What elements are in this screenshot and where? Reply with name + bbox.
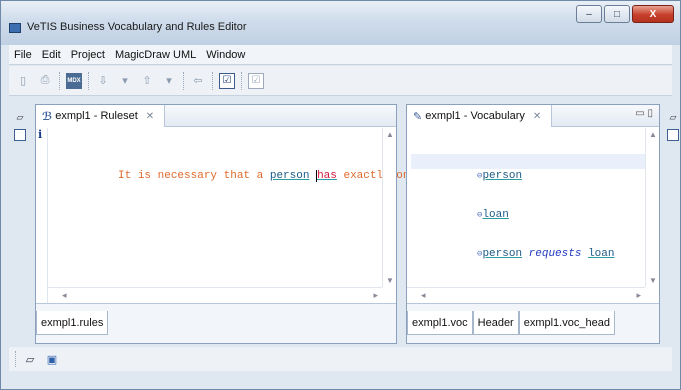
bottom-trim: ▱ ▣ xyxy=(9,347,672,371)
window-title: VeTIS Business Vocabulary and Rules Edit… xyxy=(27,21,247,33)
back-icon[interactable]: ⇦ xyxy=(190,73,206,89)
menu-bar: File Edit Project MagicDraw UML Window xyxy=(9,45,672,65)
toolbar-separator xyxy=(183,71,184,90)
mdx-export-icon[interactable]: MDX xyxy=(66,72,82,89)
maximize-button[interactable]: □ xyxy=(604,5,630,23)
editor-gutter: i xyxy=(36,128,48,303)
toolbar-separator xyxy=(88,71,89,90)
save-icon[interactable]: ▯ xyxy=(15,73,31,89)
tab-rules-file[interactable]: exmpl1.rules xyxy=(36,311,109,335)
rule-verb-has[interactable]: has xyxy=(316,170,337,182)
tab-voc-head[interactable]: exmpl1.voc_head xyxy=(518,311,615,335)
toolbar-separator xyxy=(15,351,16,367)
panel-window-controls[interactable]: ▭ ▯ xyxy=(635,108,653,119)
title-bar[interactable]: VeTIS Business Vocabulary and Rules Edit… xyxy=(1,1,680,45)
restore-icon[interactable]: ▱ xyxy=(22,351,38,367)
menu-window[interactable]: Window xyxy=(201,49,250,61)
close-tab-icon[interactable]: ✕ xyxy=(146,111,154,122)
ruleset-footer: exmpl1.rules xyxy=(36,303,396,343)
menu-project[interactable]: Project xyxy=(66,49,110,61)
close-tab-icon[interactable]: ✕ xyxy=(533,111,541,122)
toolbar-separator xyxy=(241,71,242,90)
view-icon[interactable] xyxy=(667,129,679,141)
rule-text-segment: It is necessary that a xyxy=(118,170,270,182)
menu-magicdraw[interactable]: MagicDraw UML xyxy=(110,49,201,61)
vocab-entry[interactable]: ⊖person xyxy=(411,154,645,182)
vocabulary-panel: ✎ exmpl1 - Vocabulary ✕ ▭ ▯ ⊖person ⊖loa… xyxy=(406,104,660,344)
prev-annotation-icon[interactable]: ⇧ xyxy=(139,73,155,89)
validate-icon[interactable]: ☑ xyxy=(219,72,235,89)
scroll-up-icon[interactable]: ▲ xyxy=(386,130,394,139)
ruleset-panel-header: ℬ exmpl1 - Ruleset ✕ xyxy=(36,105,396,127)
toolbar: ▯ ⎙ MDX ⇩ ▾ ⇧ ▾ ⇦ ☑ ☑ xyxy=(9,66,672,96)
rule-line[interactable]: It is necessary that a person has exactl… xyxy=(52,154,456,182)
tab-header[interactable]: Header xyxy=(472,311,519,335)
tab-vocabulary[interactable]: ✎ exmpl1 - Vocabulary ✕ xyxy=(407,105,553,127)
toolbar-separator xyxy=(212,71,213,90)
scroll-left-icon[interactable]: ◂ xyxy=(62,290,67,301)
vocabulary-panel-header: ✎ exmpl1 - Vocabulary ✕ ▭ ▯ xyxy=(407,105,659,127)
ruleset-panel: ℬ exmpl1 - Ruleset ✕ i It is necessary t… xyxy=(35,104,456,344)
vocab-term[interactable]: loan xyxy=(482,209,508,221)
close-button[interactable]: X xyxy=(632,5,674,23)
app-icon xyxy=(9,23,21,33)
minimize-button[interactable]: – xyxy=(576,5,602,23)
vocabulary-text[interactable]: ⊖person ⊖loan ⊖person requests loan xyxy=(411,130,645,303)
vocab-verb[interactable]: requests xyxy=(529,248,582,260)
scroll-left-icon[interactable]: ◂ xyxy=(421,290,426,301)
scroll-right-icon[interactable]: ▸ xyxy=(636,290,641,301)
caption-buttons: – □ X xyxy=(574,5,674,23)
scroll-down-icon[interactable]: ▼ xyxy=(386,276,394,285)
menu-file[interactable]: File xyxy=(9,49,37,61)
tab-vocabulary-label: exmpl1 - Vocabulary xyxy=(425,110,525,122)
vocab-term[interactable]: person xyxy=(482,248,522,260)
vertical-scrollbar[interactable]: ▲ ▼ xyxy=(645,128,659,287)
tab-voc-file[interactable]: exmpl1.voc xyxy=(407,311,473,335)
view-icon[interactable] xyxy=(14,129,26,141)
vocab-term[interactable]: loan xyxy=(588,248,614,260)
left-trim: ▱ xyxy=(9,105,31,345)
console-icon[interactable]: ▣ xyxy=(44,351,60,367)
scroll-down-icon[interactable]: ▼ xyxy=(649,276,657,285)
vertical-scrollbar[interactable]: ▲ ▼ xyxy=(382,128,396,287)
rule-term-person[interactable]: person xyxy=(270,170,310,182)
vocabulary-icon: ✎ xyxy=(413,110,423,123)
validate-all-icon[interactable]: ☑ xyxy=(248,72,264,89)
horizontal-scrollbar[interactable]: ◂ ▸ xyxy=(407,287,645,303)
restore-icon[interactable]: ▱ xyxy=(14,111,26,123)
scroll-up-icon[interactable]: ▲ xyxy=(649,130,657,139)
main-window: VeTIS Business Vocabulary and Rules Edit… xyxy=(0,0,681,390)
dropdown-icon[interactable]: ▾ xyxy=(117,73,133,89)
tab-ruleset-label: exmpl1 - Ruleset xyxy=(55,110,138,122)
toolbar-separator xyxy=(59,71,60,90)
right-trim: ▱ xyxy=(664,105,681,345)
ruleset-editor[interactable]: i It is necessary that a person has exac… xyxy=(36,128,456,303)
next-annotation-icon[interactable]: ⇩ xyxy=(95,73,111,89)
vocabulary-editor[interactable]: ⊖person ⊖loan ⊖person requests loan ▲ ▼ … xyxy=(407,128,659,303)
horizontal-scrollbar[interactable]: ◂ ▸ xyxy=(48,287,382,303)
menu-edit[interactable]: Edit xyxy=(37,49,66,61)
tab-ruleset[interactable]: ℬ exmpl1 - Ruleset ✕ xyxy=(36,105,166,127)
restore-icon[interactable]: ▱ xyxy=(667,111,679,123)
rule-text[interactable]: It is necessary that a person has exactl… xyxy=(52,130,456,303)
vocabulary-footer: exmpl1.voc Header exmpl1.voc_head xyxy=(407,303,659,343)
vocab-term[interactable]: person xyxy=(482,170,522,182)
vocabulary-footer-tabs: exmpl1.voc Header exmpl1.voc_head xyxy=(407,304,615,335)
dropdown-icon[interactable]: ▾ xyxy=(161,73,177,89)
print-icon[interactable]: ⎙ xyxy=(37,73,53,89)
ruleset-icon: ℬ xyxy=(42,110,53,123)
info-marker-icon: i xyxy=(38,128,43,141)
scroll-right-icon[interactable]: ▸ xyxy=(373,290,378,301)
ruleset-footer-tabs: exmpl1.rules xyxy=(36,304,109,335)
